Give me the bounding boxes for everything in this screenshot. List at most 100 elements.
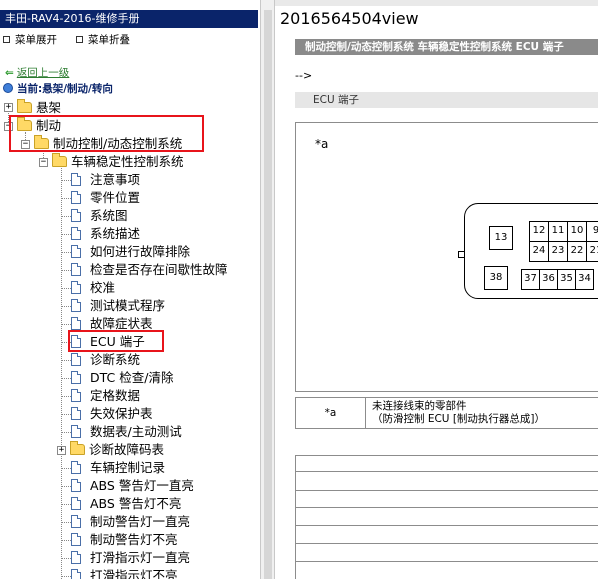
table-row-line xyxy=(296,525,598,526)
tree-guide-line xyxy=(61,168,62,579)
tree-item-label: 打滑指示灯不亮 xyxy=(90,568,178,579)
tree-guide-line xyxy=(61,396,71,397)
tree-item-abs-light-off[interactable]: ABS 警告灯不亮 xyxy=(71,495,181,513)
document-pane: 2016564504view 制动控制/动态控制系统 车辆稳定性控制系统 ECU… xyxy=(275,0,598,579)
folder-icon xyxy=(70,441,85,455)
document-icon xyxy=(71,299,81,312)
table-row-line xyxy=(296,543,598,544)
scrollbar-thumb[interactable] xyxy=(264,10,272,579)
tree-item-calibration[interactable]: 校准 xyxy=(71,279,115,297)
tree-item-brake-light-on[interactable]: 制动警告灯一直亮 xyxy=(71,513,190,531)
expand-toggle-suspension[interactable]: + xyxy=(4,103,13,112)
connector-pin: 34 xyxy=(575,269,594,290)
top-strip xyxy=(275,0,598,6)
tree-item-freeze-frame[interactable]: 定格数据 xyxy=(71,387,140,405)
tree-guide-line xyxy=(61,180,71,181)
back-link[interactable]: 返回上一级 xyxy=(17,67,70,79)
document-icon xyxy=(71,497,81,510)
tree-guide-line xyxy=(61,270,71,271)
tree-item-label: 数据表/主动测试 xyxy=(90,424,182,439)
tree-item-label: DTC 检查/清除 xyxy=(90,370,174,385)
legend-table: *a 未连接线束的零部件 （防滑控制 ECU [制动执行器总成]） xyxy=(295,397,598,429)
document-icon xyxy=(71,353,81,366)
tree-item-label: 零件位置 xyxy=(90,190,141,205)
document-icon xyxy=(71,407,81,420)
menu-collapse-button[interactable]: 菜单折叠 xyxy=(76,33,130,47)
document-icon xyxy=(71,479,81,492)
tree-item-fail-safe[interactable]: 失效保护表 xyxy=(71,405,153,423)
figure-callout: *a xyxy=(315,137,329,151)
tree-item-slip-light-on[interactable]: 打滑指示灯一直亮 xyxy=(71,549,190,567)
tree-item-vehicle-control-history[interactable]: 车辆控制记录 xyxy=(71,459,165,477)
section-heading: ECU 端子 xyxy=(295,92,598,108)
tree-guide-line xyxy=(61,378,71,379)
expand-toggle-dtc-table[interactable]: + xyxy=(57,446,66,455)
connector-pin: 37 xyxy=(521,269,540,290)
tree-item-precautions[interactable]: 注意事项 xyxy=(71,171,140,189)
tree-item-how-to-troubleshoot[interactable]: 如何进行故障排除 xyxy=(71,243,190,261)
tree-item-label: 注意事项 xyxy=(90,172,141,187)
tree-item-parts-location[interactable]: 零件位置 xyxy=(71,189,140,207)
menu-expand-label: 菜单展开 xyxy=(15,34,57,46)
tree-item-label: 测试模式程序 xyxy=(90,298,166,313)
document-icon xyxy=(71,551,81,564)
document-title: 2016564504view xyxy=(280,9,419,28)
tree-node-label: 悬架 xyxy=(36,100,62,115)
document-breadcrumb: 制动控制/动态控制系统 车辆稳定性控制系统 ECU 端子 xyxy=(295,39,598,55)
tree-node-vsc[interactable]: 车辆稳定性控制系统 xyxy=(52,153,184,171)
current-path: 当前:悬架/制动/转向 xyxy=(3,82,113,96)
tree-item-label: ABS 警告灯不亮 xyxy=(90,496,182,511)
legend-key: *a xyxy=(296,398,366,428)
tree-item-diagnostic-system[interactable]: 诊断系统 xyxy=(71,351,140,369)
tree-item-slip-light-off[interactable]: 打滑指示灯不亮 xyxy=(71,567,178,579)
highlight-box-ecu-terminals xyxy=(68,330,164,352)
tree-node-dtc-table[interactable]: 诊断故障码表 xyxy=(70,441,164,459)
connector-pin: 12 xyxy=(529,221,549,242)
legend-line-2: （防滑控制 ECU [制动执行器总成]） xyxy=(372,413,546,425)
document-icon xyxy=(71,389,81,402)
tree-item-label: 系统描述 xyxy=(90,226,141,241)
tree-guide-line xyxy=(61,360,71,361)
tree-guide-line xyxy=(61,198,71,199)
document-icon xyxy=(71,461,81,474)
current-path-label: 当前:悬架/制动/转向 xyxy=(17,83,113,95)
tree-item-brake-light-off[interactable]: 制动警告灯不亮 xyxy=(71,531,178,549)
document-icon xyxy=(71,515,81,528)
collapse-toggle-vsc[interactable]: − xyxy=(39,158,48,167)
tree-item-label: 车辆控制记录 xyxy=(90,460,166,475)
tree-item-label: 诊断系统 xyxy=(90,352,141,367)
tree-item-abs-light-on[interactable]: ABS 警告灯一直亮 xyxy=(71,477,194,495)
document-icon xyxy=(71,317,81,330)
tree-node-label: 诊断故障码表 xyxy=(89,442,165,457)
document-icon xyxy=(71,173,81,186)
app-title-bar: 丰田-RAV4-2016-维修手册 xyxy=(0,10,258,28)
tree-guide-line xyxy=(61,324,71,325)
menu-expand-button[interactable]: 菜单展开 xyxy=(3,33,57,47)
tree-guide-line xyxy=(61,576,71,577)
document-icon xyxy=(71,425,81,438)
table-row-line xyxy=(296,507,598,508)
connector-pin: 11 xyxy=(548,221,568,242)
expand-icon xyxy=(3,36,10,43)
tree-guide-line xyxy=(61,504,71,505)
tree-item-test-mode[interactable]: 测试模式程序 xyxy=(71,297,165,315)
document-icon xyxy=(71,209,81,222)
tree-guide-line xyxy=(61,414,71,415)
menu-collapse-label: 菜单折叠 xyxy=(88,34,130,46)
connector-pin: 9 xyxy=(586,221,598,242)
navigation-tree-pane: 丰田-RAV4-2016-维修手册 菜单展开 菜单折叠 ⇐ 返回上一级 当前:悬架… xyxy=(0,0,260,579)
tree-item-data-list[interactable]: 数据表/主动测试 xyxy=(71,423,182,441)
connector-pin: 21 xyxy=(586,241,598,262)
tree-item-label: 定格数据 xyxy=(90,388,141,403)
document-icon xyxy=(71,281,81,294)
tree-item-dtc-check-clear[interactable]: DTC 检查/清除 xyxy=(71,369,173,387)
tree-item-system-description[interactable]: 系统描述 xyxy=(71,225,140,243)
table-row-line xyxy=(296,490,598,491)
tree-guide-line xyxy=(61,306,71,307)
connector-pin: 22 xyxy=(567,241,587,262)
tree-guide-line xyxy=(61,288,71,289)
pane-splitter[interactable] xyxy=(260,0,275,579)
tree-item-system-diagram[interactable]: 系统图 xyxy=(71,207,128,225)
tree-item-intermittent-check[interactable]: 检查是否存在间歇性故障 xyxy=(71,261,228,279)
document-icon xyxy=(71,227,81,240)
